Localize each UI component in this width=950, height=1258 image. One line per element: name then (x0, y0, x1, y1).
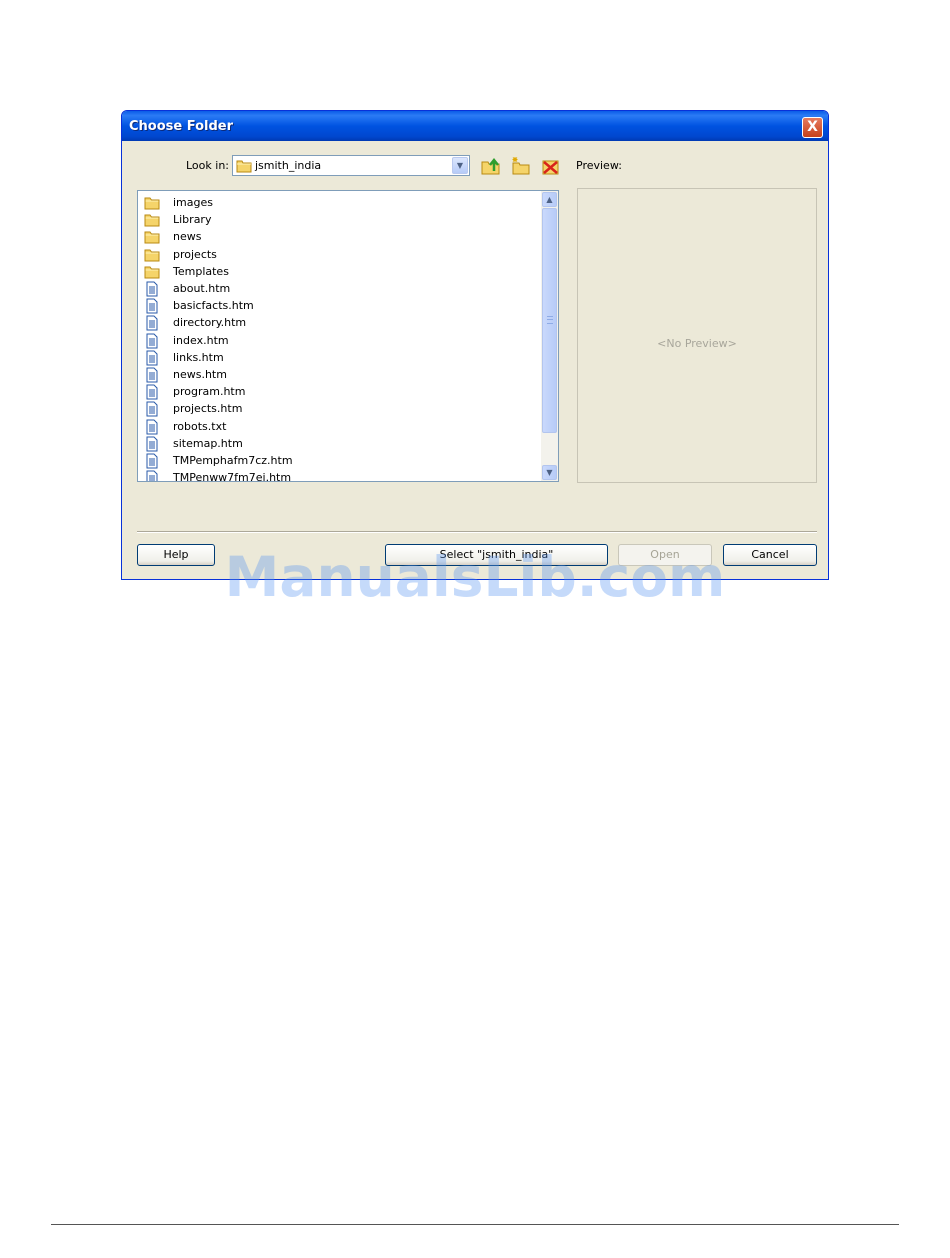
file-list-item[interactable]: about.htm (144, 280, 534, 297)
document-icon (146, 436, 158, 452)
item-label: TMPenww7fm7ej.htm (173, 471, 292, 482)
file-list-item[interactable]: robots.txt (144, 418, 534, 435)
document-icon (146, 298, 158, 314)
delete-icon[interactable] (541, 156, 561, 176)
no-preview-text: <No Preview> (657, 337, 737, 350)
file-list[interactable]: images Library news projects Templates about.… (137, 190, 559, 482)
grip-icon (547, 316, 553, 324)
folder-icon (144, 197, 160, 210)
item-label: Templates (173, 264, 229, 278)
folder-list-item[interactable]: Library (144, 211, 534, 228)
title-bar[interactable]: Choose Folder X (122, 111, 828, 141)
look-in-label: Look in: (186, 159, 229, 172)
file-list-item[interactable]: basicfacts.htm (144, 297, 534, 314)
folder-icon (144, 231, 160, 244)
select-folder-button[interactable]: Select "jsmith_india" (385, 544, 608, 566)
item-label: images (173, 196, 213, 209)
file-list-item[interactable]: sitemap.htm (144, 435, 534, 452)
folder-icon (144, 266, 160, 279)
document-icon (146, 367, 158, 383)
item-label: program.htm (173, 385, 246, 399)
folder-icon (144, 214, 160, 227)
chevron-down-icon[interactable]: ▼ (452, 157, 468, 174)
separator (137, 531, 817, 533)
preview-pane: <No Preview> (577, 188, 817, 483)
file-list-item[interactable]: directory.htm (144, 314, 534, 331)
folder-list-item[interactable]: Templates (144, 263, 534, 280)
item-label: projects (173, 247, 217, 261)
folder-icon (144, 249, 160, 262)
item-label: directory.htm (173, 316, 247, 330)
item-label: projects.htm (173, 402, 243, 416)
document-icon (146, 401, 158, 417)
folder-list-item[interactable]: images (144, 194, 534, 211)
document-icon (146, 333, 158, 349)
look-in-value: jsmith_india (255, 159, 322, 172)
up-folder-icon[interactable] (481, 156, 501, 176)
document-icon (146, 281, 158, 297)
new-folder-icon[interactable] (511, 156, 531, 176)
dialog-title: Choose Folder (129, 119, 234, 134)
folder-list-item[interactable]: projects (144, 246, 534, 263)
item-label: links.htm (173, 350, 224, 364)
file-list-item[interactable]: projects.htm (144, 400, 534, 417)
scroll-up-button[interactable]: ▲ (542, 192, 557, 207)
document-icon (146, 419, 158, 435)
folder-list-item[interactable]: news (144, 228, 534, 245)
open-button[interactable]: Open (618, 544, 712, 566)
item-label: robots.txt (173, 419, 227, 433)
document-icon (146, 350, 158, 366)
item-label: basicfacts.htm (173, 299, 254, 313)
item-label: news (173, 230, 202, 244)
item-label: Library (173, 213, 212, 227)
item-label: about.htm (173, 282, 231, 295)
scroll-down-button[interactable]: ▼ (542, 465, 557, 480)
item-label: sitemap.htm (173, 436, 243, 450)
cancel-button[interactable]: Cancel (723, 544, 817, 566)
scroll-thumb[interactable] (542, 208, 557, 433)
item-label: TMPemphafm7cz.htm (173, 454, 293, 467)
file-list-item[interactable]: links.htm (144, 349, 534, 366)
item-label: news.htm (173, 368, 227, 381)
document-icon (146, 315, 158, 331)
file-list-item[interactable]: program.htm (144, 383, 534, 400)
file-list-item[interactable]: index.htm (144, 332, 534, 349)
file-list-item[interactable]: news.htm (144, 366, 534, 383)
document-icon (146, 470, 158, 481)
footer-rule (51, 1224, 899, 1225)
folder-icon (236, 160, 252, 173)
document-icon (146, 384, 158, 400)
file-list-item[interactable]: TMPemphafm7cz.htm (144, 452, 534, 469)
document-icon (146, 453, 158, 469)
help-button[interactable]: Help (137, 544, 215, 566)
vertical-scrollbar[interactable]: ▲ ▼ (541, 191, 558, 481)
close-button[interactable]: X (802, 117, 823, 138)
file-list-item[interactable]: TMPenww7fm7ej.htm (144, 469, 534, 482)
look-in-dropdown[interactable]: jsmith_india ▼ (232, 155, 470, 176)
preview-label: Preview: (576, 159, 622, 172)
item-label: index.htm (173, 333, 229, 347)
choose-folder-dialog: Choose Folder X Look in: jsmith_india ▼ … (121, 110, 829, 580)
